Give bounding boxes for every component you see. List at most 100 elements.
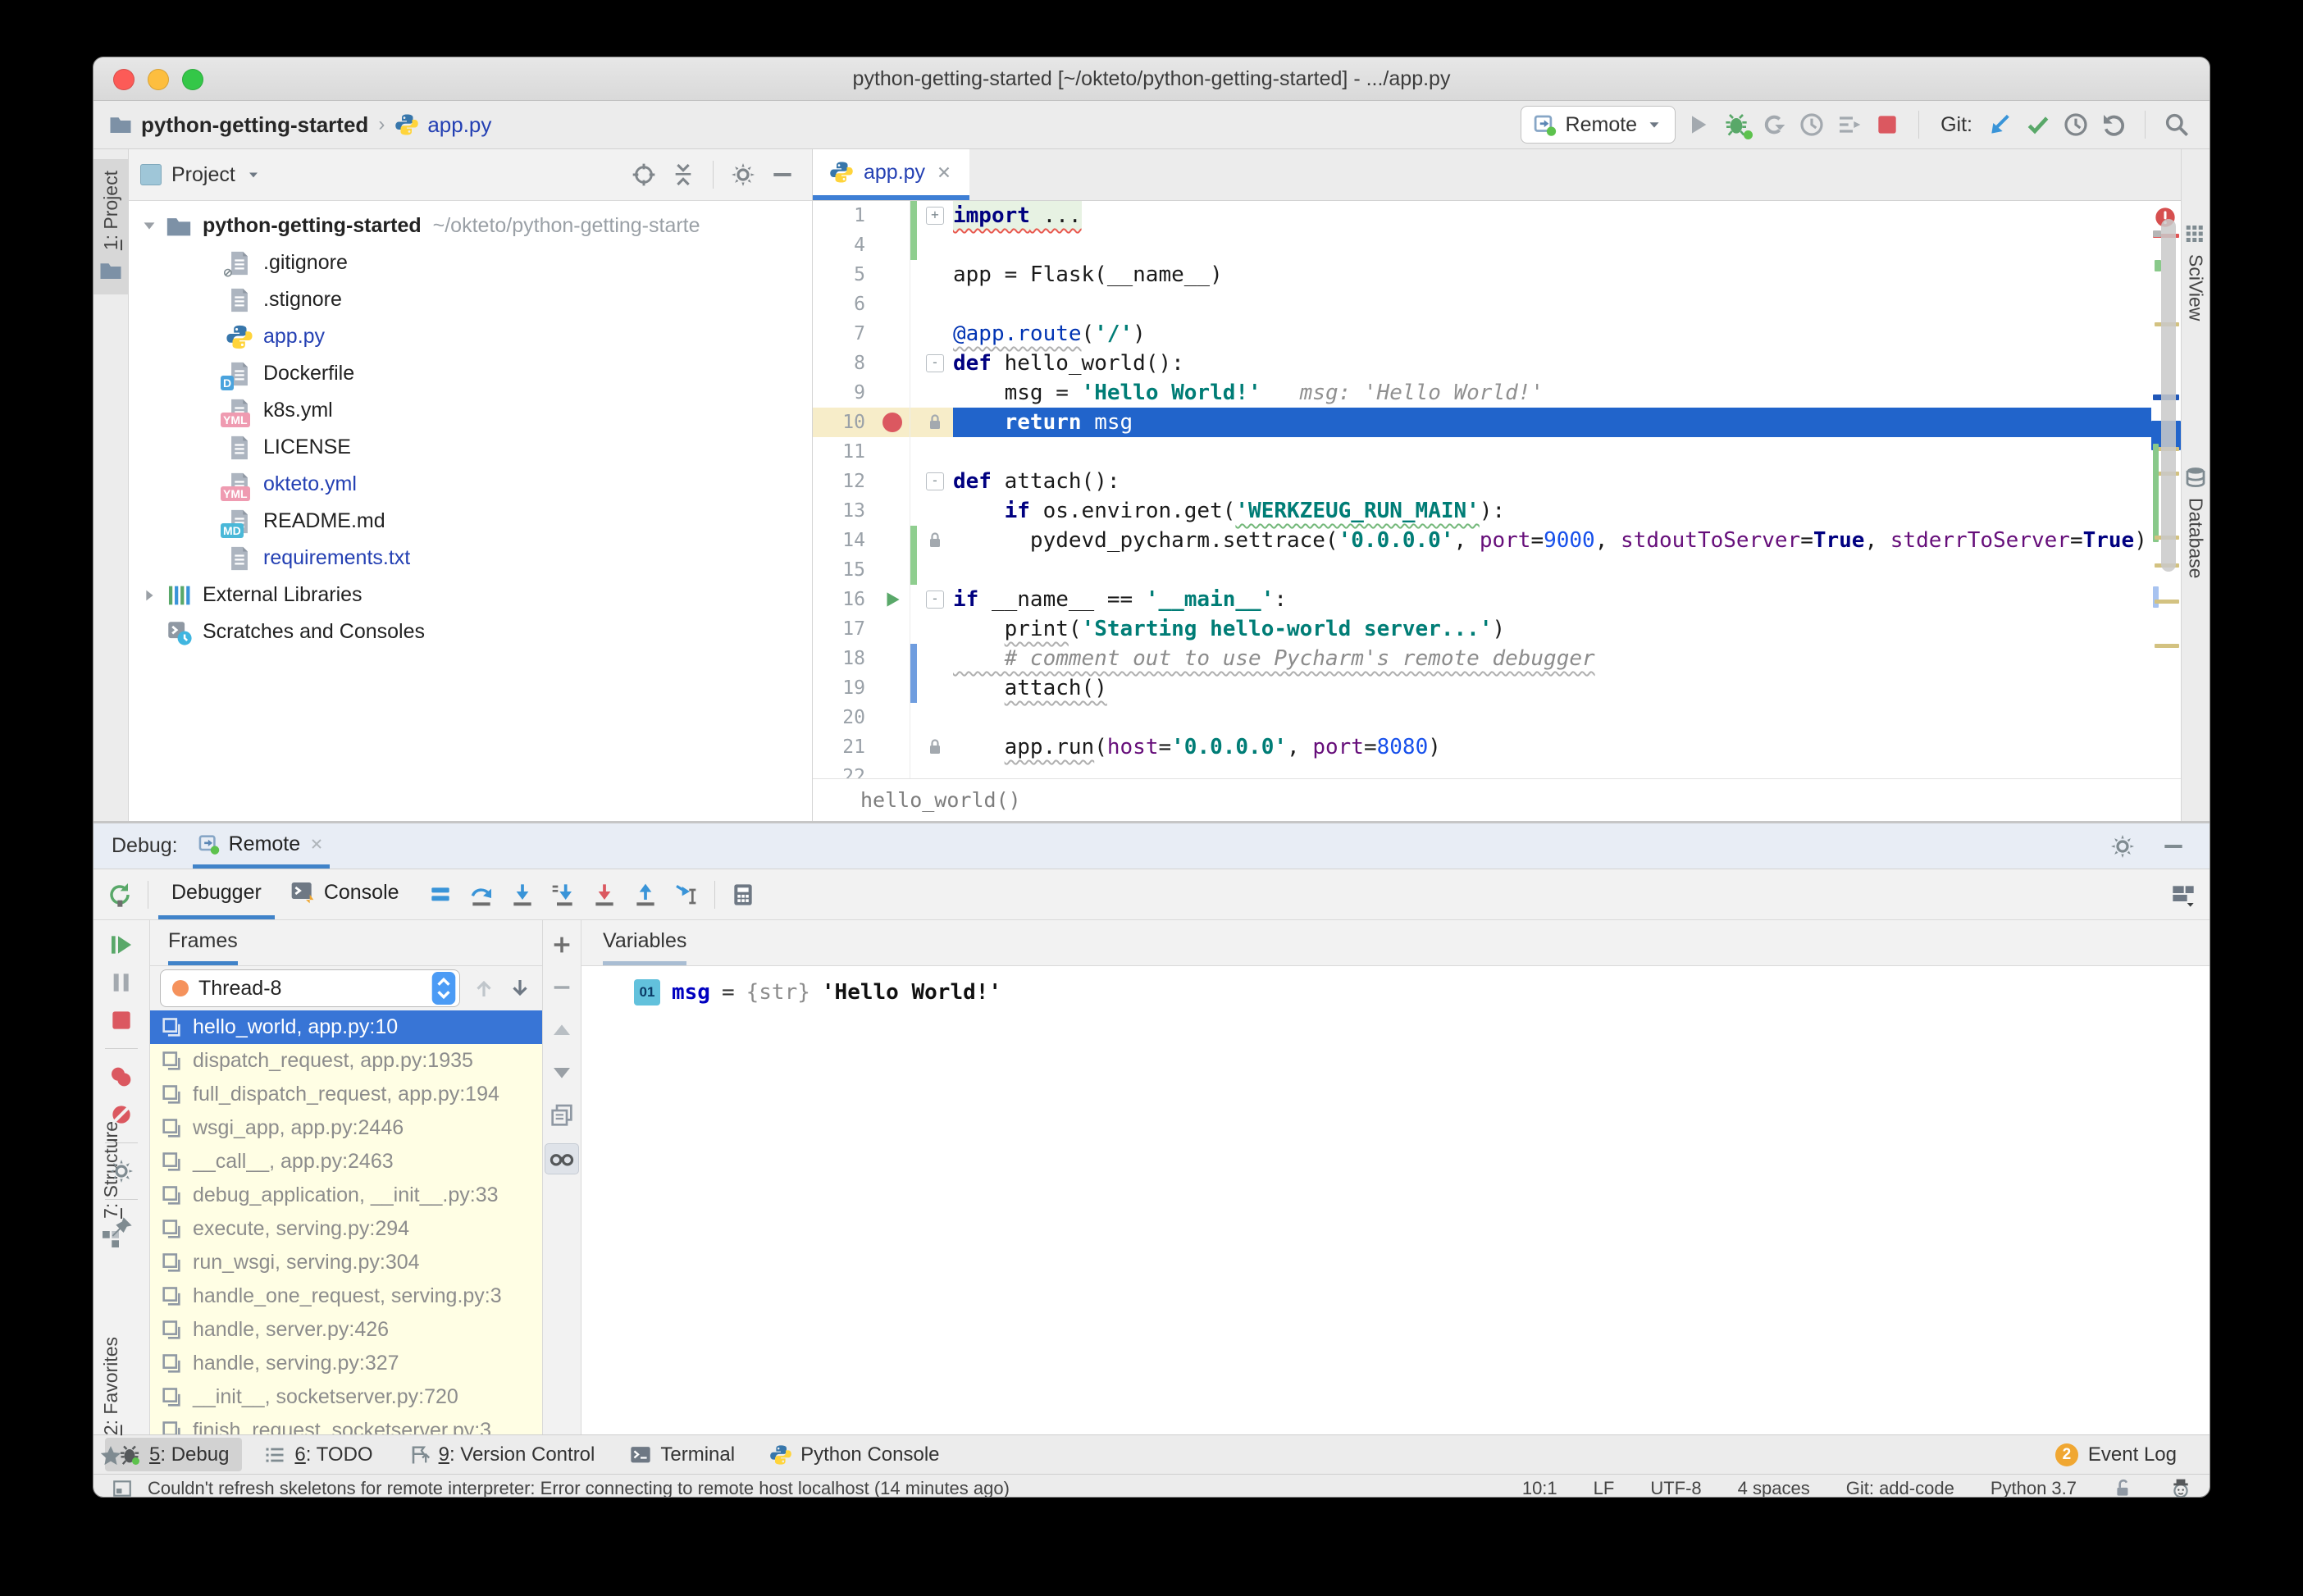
- toolwindow-terminal-button[interactable]: Terminal: [616, 1438, 748, 1471]
- code-line[interactable]: 5 app = Flask(__name__): [813, 260, 2181, 290]
- step-over-button[interactable]: [463, 878, 499, 911]
- fold-toggle-icon[interactable]: +: [917, 201, 953, 230]
- frame-down-button[interactable]: [545, 1058, 578, 1088]
- code-text[interactable]: msg = 'Hello World!' msg: 'Hello World!': [953, 378, 2181, 408]
- debug-header-settings-button[interactable]: [2105, 830, 2141, 863]
- code-text[interactable]: [953, 555, 2181, 585]
- pin-tab-button[interactable]: [103, 1211, 139, 1244]
- code-text[interactable]: [953, 762, 2181, 778]
- code-text[interactable]: [953, 230, 2181, 260]
- editor-scrollbar[interactable]: [2161, 219, 2176, 572]
- line-number[interactable]: 22: [813, 762, 875, 778]
- code-text[interactable]: print('Starting hello-world server...'): [953, 614, 2181, 644]
- fold-toggle-icon[interactable]: -: [917, 585, 953, 614]
- line-number[interactable]: 5: [813, 260, 875, 290]
- show-execution-point-button[interactable]: [422, 878, 458, 911]
- code-line[interactable]: 22: [813, 762, 2181, 778]
- hide-library-frames-toggle[interactable]: [545, 1143, 579, 1174]
- tree-item[interactable]: Scratches and Consoles: [129, 613, 812, 650]
- run-to-cursor-button[interactable]: [668, 878, 705, 911]
- fold-gutter[interactable]: [917, 260, 953, 290]
- step-out-button[interactable]: [627, 878, 664, 911]
- tree-item[interactable]: requirements.txt: [129, 540, 812, 577]
- sidebar-item-project[interactable]: 1: Project: [93, 159, 128, 295]
- variable-row[interactable]: 01 msg = {str} 'Hello World!': [581, 973, 2210, 1012]
- status-widget[interactable]: LF: [1594, 1478, 1615, 1498]
- project-panel-title[interactable]: Project: [171, 163, 235, 187]
- debug-button[interactable]: [1718, 108, 1754, 141]
- gutter[interactable]: [875, 614, 910, 644]
- commit-button[interactable]: [2020, 108, 2056, 141]
- code-text[interactable]: def attach():: [953, 467, 2181, 496]
- rollback-button[interactable]: [2096, 108, 2132, 141]
- frame-row[interactable]: hello_world, app.py:10: [150, 1010, 542, 1044]
- tree-item[interactable]: YML okteto.yml: [129, 466, 812, 503]
- editor-breadcrumb[interactable]: hello_world(): [860, 788, 1021, 812]
- line-number[interactable]: 19: [813, 673, 875, 703]
- line-number[interactable]: 20: [813, 703, 875, 732]
- gutter[interactable]: [875, 673, 910, 703]
- line-number[interactable]: 6: [813, 290, 875, 319]
- status-widget[interactable]: 10:1: [1522, 1478, 1557, 1498]
- fold-gutter[interactable]: [917, 644, 953, 673]
- code-line[interactable]: 12 - def attach():: [813, 467, 2181, 496]
- status-message[interactable]: Couldn't refresh skeletons for remote in…: [148, 1478, 1010, 1498]
- gutter[interactable]: [875, 437, 910, 467]
- sidebar-item-database[interactable]: Database: [2182, 465, 2210, 578]
- fold-toggle-icon[interactable]: -: [917, 467, 953, 496]
- gutter[interactable]: [875, 496, 910, 526]
- code-text[interactable]: return msg: [953, 408, 2181, 437]
- code-text[interactable]: if __name__ == '__main__':: [953, 585, 2181, 614]
- run-configuration-select[interactable]: Remote: [1520, 106, 1676, 144]
- status-widget[interactable]: Python 3.7: [1991, 1478, 2077, 1498]
- line-number[interactable]: 17: [813, 614, 875, 644]
- fold-toggle-icon[interactable]: -: [917, 349, 953, 378]
- close-icon[interactable]: [308, 836, 325, 852]
- lock-icon[interactable]: [917, 526, 953, 555]
- layout-settings-button[interactable]: [2165, 878, 2201, 911]
- tab-debugger[interactable]: Debugger: [158, 869, 275, 919]
- line-number[interactable]: 8: [813, 349, 875, 378]
- breadcrumb-project[interactable]: python-getting-started: [141, 112, 368, 138]
- frame-row[interactable]: wsgi_app, app.py:2446: [150, 1111, 542, 1145]
- frame-row[interactable]: run_wsgi, serving.py:304: [150, 1246, 542, 1279]
- remove-watch-button[interactable]: [545, 973, 578, 1002]
- code-line[interactable]: 13 if os.environ.get('WERKZEUG_RUN_MAIN'…: [813, 496, 2181, 526]
- tree-item[interactable]: LICENSE: [129, 429, 812, 466]
- search-everywhere-button[interactable]: [2159, 108, 2195, 141]
- frame-row[interactable]: execute, serving.py:294: [150, 1212, 542, 1246]
- fold-gutter[interactable]: [917, 319, 953, 349]
- gutter[interactable]: [875, 230, 910, 260]
- line-number[interactable]: 21: [813, 732, 875, 762]
- code-text[interactable]: if os.environ.get('WERKZEUG_RUN_MAIN'):: [953, 496, 2181, 526]
- hide-panel-button[interactable]: [764, 158, 800, 191]
- line-number[interactable]: 10: [813, 408, 875, 437]
- line-number[interactable]: 16: [813, 585, 875, 614]
- gutter[interactable]: [875, 260, 910, 290]
- gutter[interactable]: [875, 467, 910, 496]
- tab-console[interactable]: Console: [276, 869, 413, 919]
- unlock-icon[interactable]: [2113, 1478, 2134, 1498]
- frame-row[interactable]: debug_application, __init__.py:33: [150, 1179, 542, 1212]
- line-number[interactable]: 9: [813, 378, 875, 408]
- zoom-window-button[interactable]: [182, 69, 203, 90]
- previous-frame-button[interactable]: [472, 976, 496, 1001]
- status-widget[interactable]: 4 spaces: [1738, 1478, 1810, 1498]
- tree-item[interactable]: MD README.md: [129, 503, 812, 540]
- fold-gutter[interactable]: [917, 614, 953, 644]
- code-line[interactable]: 16 - if __name__ == '__main__':: [813, 585, 2181, 614]
- rerun-button[interactable]: [102, 878, 138, 911]
- highlighting-level-icon[interactable]: [2170, 1478, 2191, 1497]
- frame-row[interactable]: handle, server.py:426: [150, 1313, 542, 1347]
- fold-gutter[interactable]: [917, 703, 953, 732]
- chevron-down-icon[interactable]: [245, 166, 262, 183]
- gutter[interactable]: [875, 378, 910, 408]
- close-window-button[interactable]: [113, 69, 135, 90]
- code-text[interactable]: import ...: [953, 201, 2181, 230]
- coverage-button[interactable]: [1756, 108, 1792, 141]
- event-log-button[interactable]: 2 Event Log: [2054, 1443, 2198, 1466]
- toolwindow-toggle-icon[interactable]: [112, 1478, 133, 1498]
- add-watch-button[interactable]: [545, 930, 578, 960]
- tab-variables[interactable]: Variables: [603, 920, 687, 965]
- resume-button[interactable]: [103, 928, 139, 961]
